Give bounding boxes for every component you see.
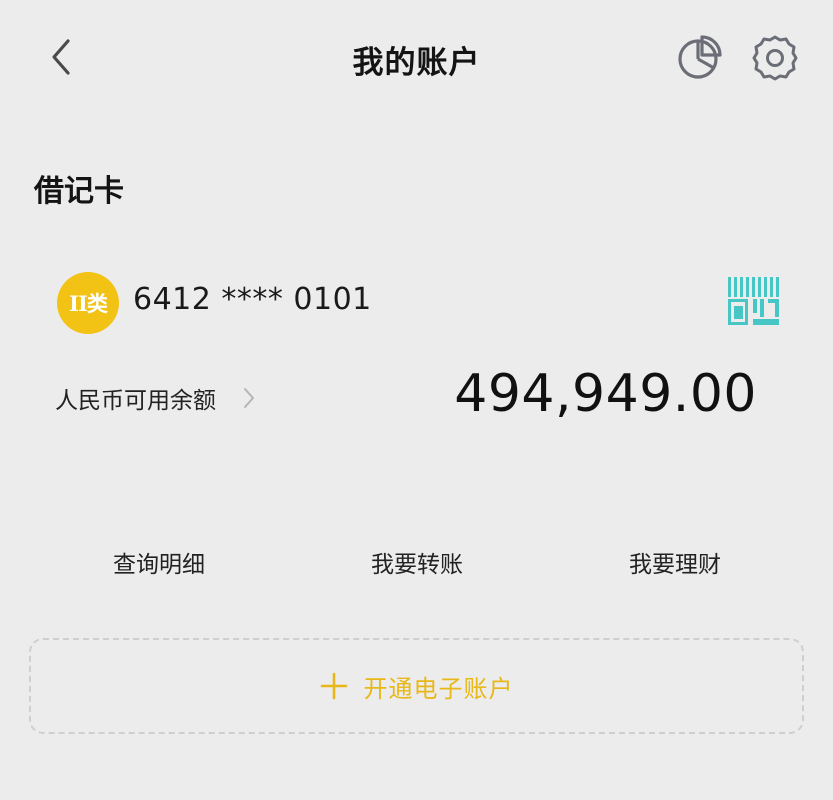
transfer-button[interactable]: 我要转账 — [371, 545, 463, 579]
my-account-page: 我的账户 借记卡 II类 6412 **** 0101 人民币可用余额 494,… — [0, 0, 833, 800]
wealth-management-button[interactable]: 我要理财 — [629, 545, 721, 579]
action-row: 查询明细 我要转账 我要理财 — [0, 545, 833, 585]
open-electronic-account-label: 开通电子账户 — [363, 674, 514, 703]
qr-code-icon — [728, 277, 779, 325]
gear-icon — [752, 35, 798, 81]
card-type-badge: II类 — [57, 272, 119, 334]
balance-label: 人民币可用余额 — [55, 388, 216, 414]
header: 我的账户 — [0, 0, 833, 115]
balance-amount: 494,949.00 — [454, 364, 757, 424]
open-electronic-account-button[interactable]: 开通电子账户 — [29, 638, 804, 734]
section-title-debit-card: 借记卡 — [34, 174, 124, 209]
balance-detail-link[interactable]: 人民币可用余额 — [55, 380, 256, 416]
stats-button[interactable] — [676, 33, 724, 81]
chevron-right-icon — [244, 388, 254, 408]
qr-code-button[interactable] — [726, 275, 780, 327]
card-number: 6412 **** 0101 — [133, 282, 372, 317]
pie-chart-icon — [678, 35, 722, 79]
query-details-button[interactable]: 查询明细 — [113, 545, 205, 579]
settings-button[interactable] — [750, 33, 800, 83]
card-type-badge-label: II类 — [69, 291, 108, 316]
plus-icon — [320, 672, 347, 700]
